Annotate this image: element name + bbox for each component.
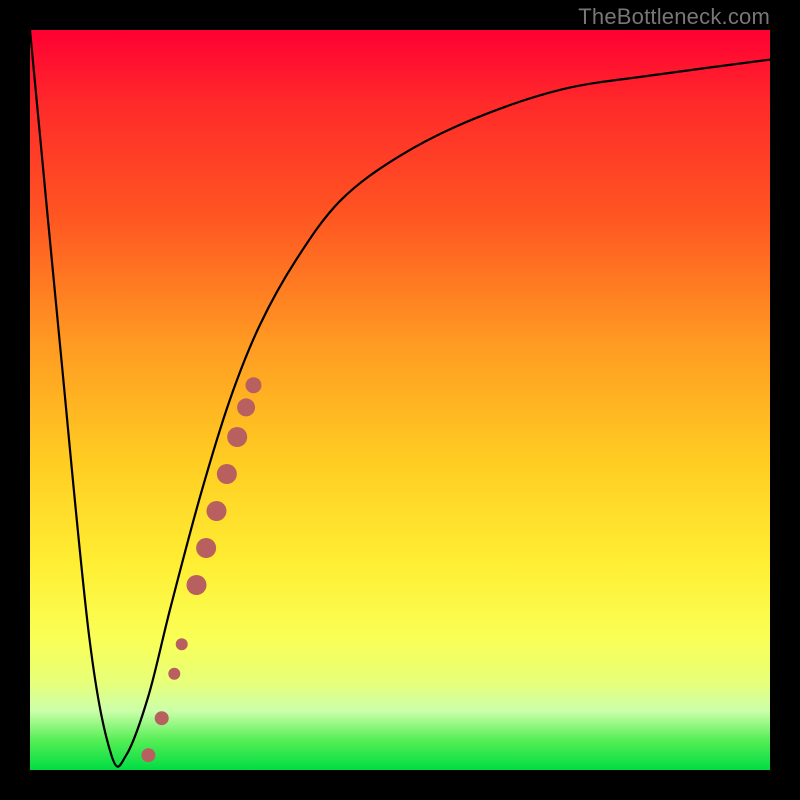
data-point xyxy=(176,638,188,650)
data-point xyxy=(155,711,169,725)
data-point xyxy=(187,575,207,595)
data-point xyxy=(168,668,180,680)
curve-points xyxy=(141,377,261,762)
data-point xyxy=(206,501,226,521)
data-point xyxy=(237,398,255,416)
plot-area xyxy=(30,30,770,770)
data-point xyxy=(245,377,261,393)
data-point xyxy=(196,538,216,558)
bottleneck-curve-path xyxy=(30,30,770,767)
bottleneck-chart: TheBottleneck.com xyxy=(0,0,800,800)
data-point xyxy=(227,427,247,447)
watermark-text: TheBottleneck.com xyxy=(578,4,770,30)
data-point xyxy=(141,748,155,762)
data-point xyxy=(217,464,237,484)
curve-svg xyxy=(30,30,770,770)
